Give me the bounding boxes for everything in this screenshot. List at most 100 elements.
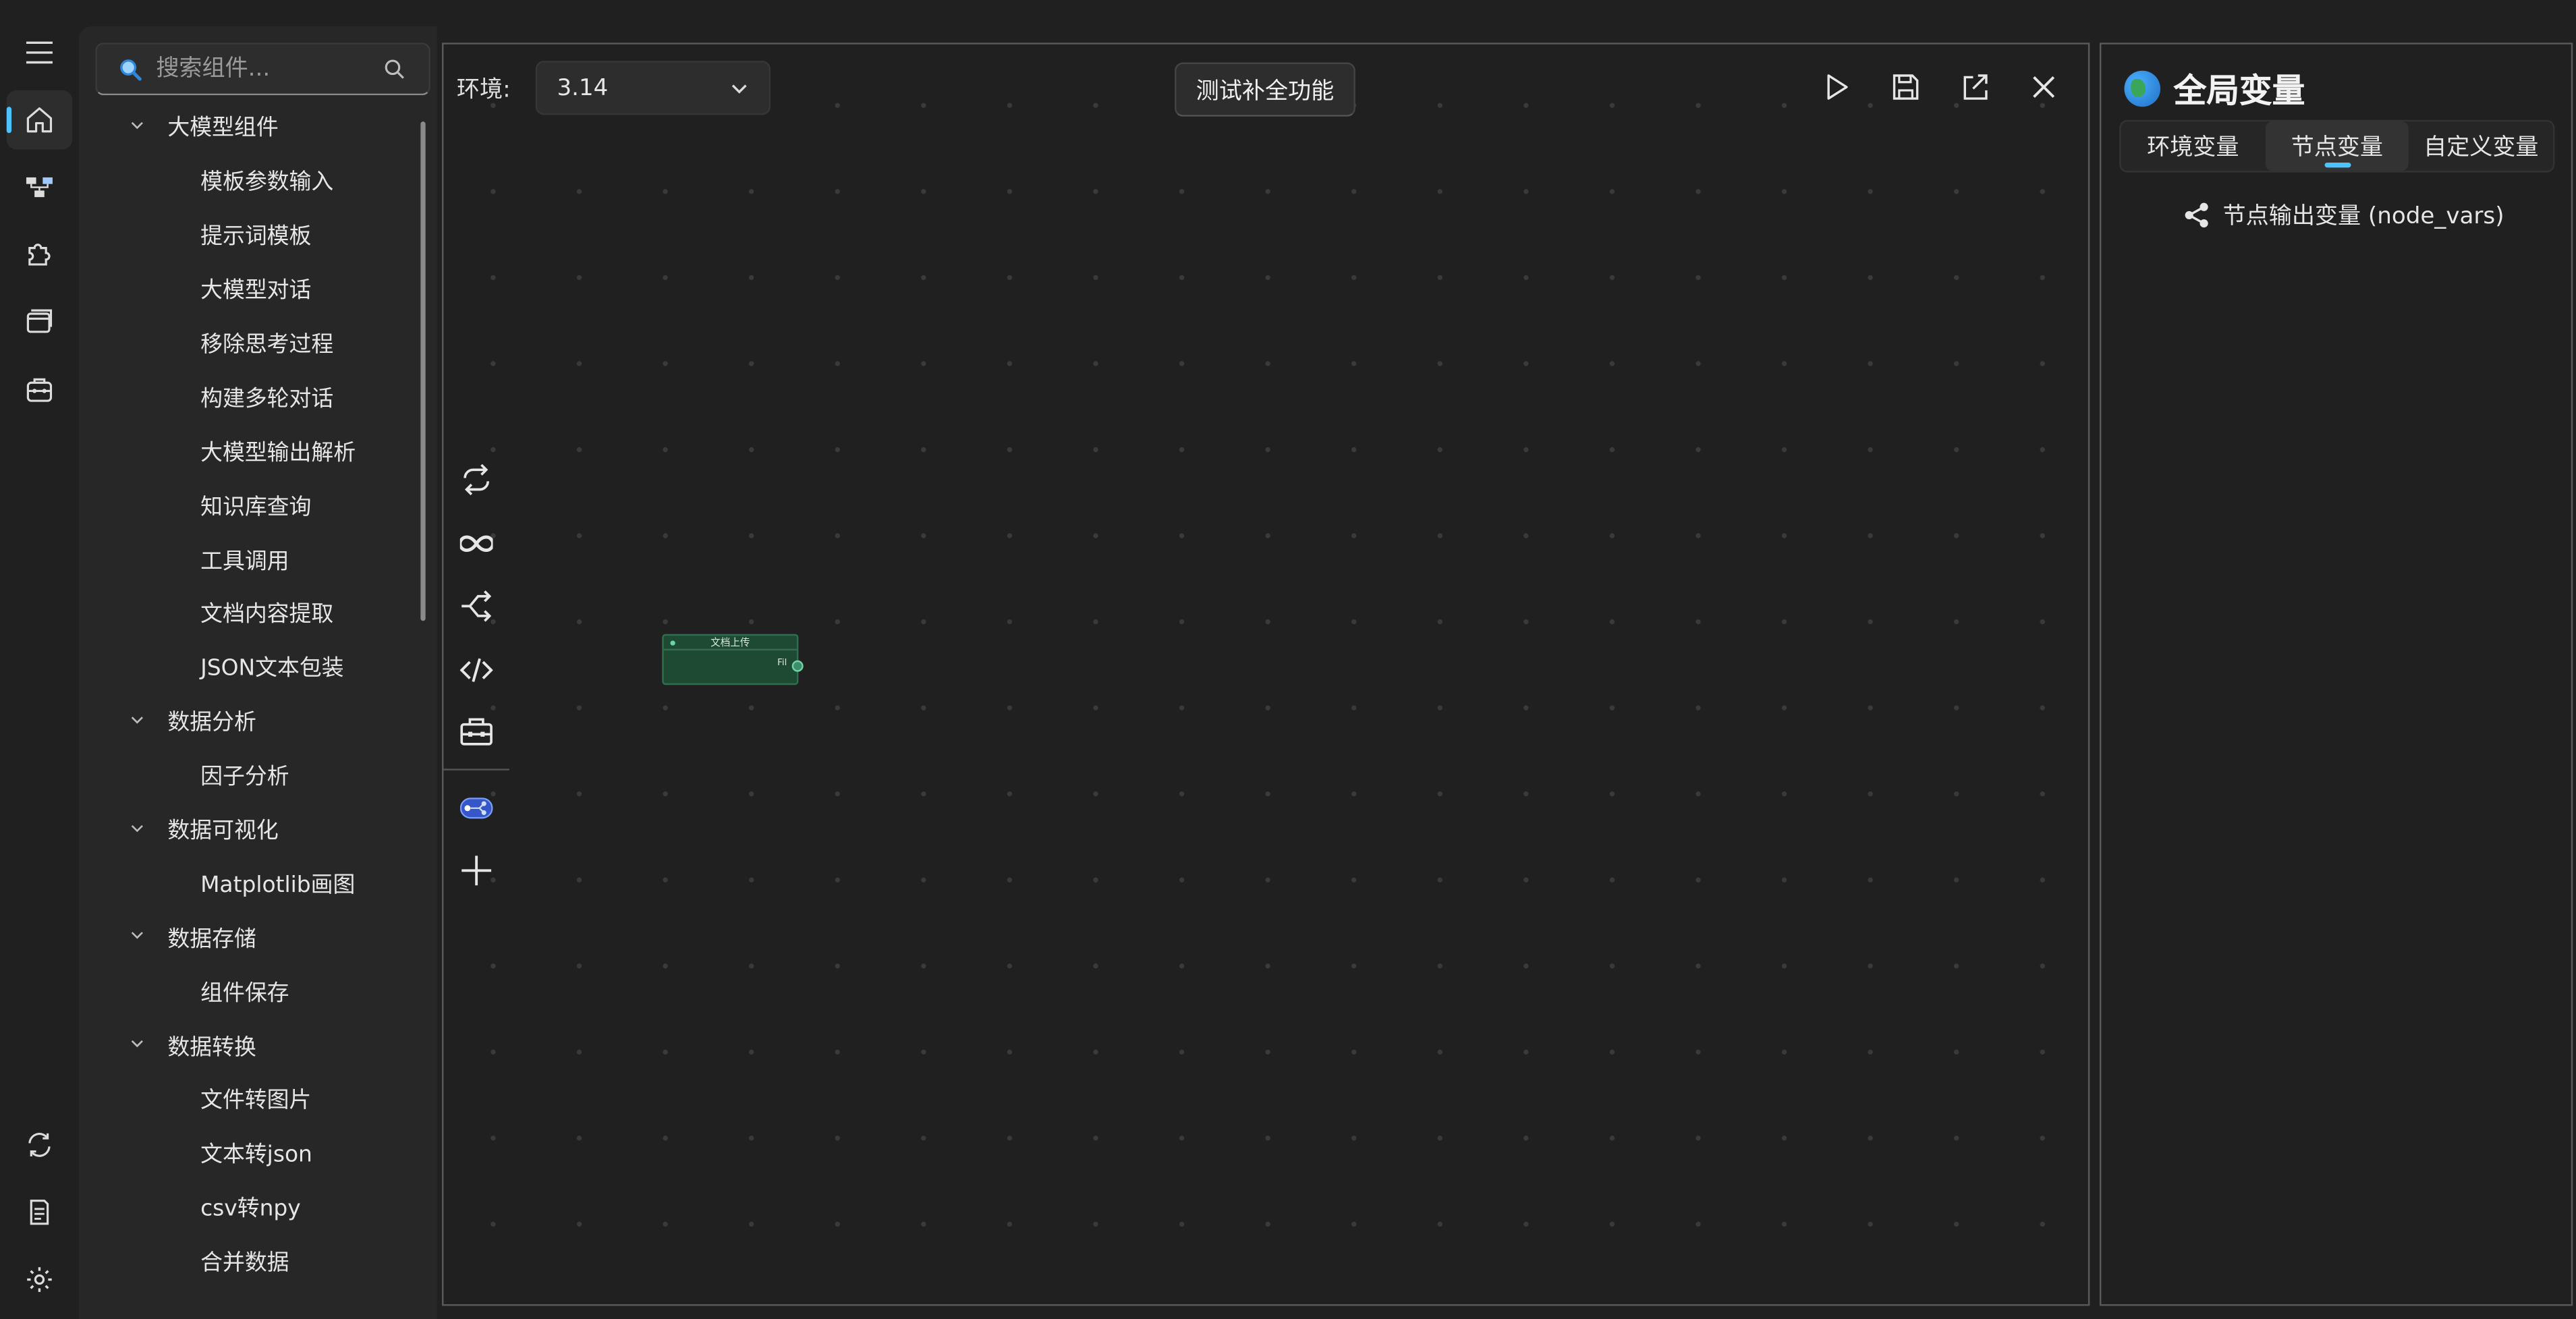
- tree-item-label: Matplotlib画图: [200, 872, 356, 899]
- tree-item-label: 合并数据: [200, 1250, 289, 1277]
- tree-item-label: 文本转json: [200, 1142, 312, 1169]
- chevron-down-icon[interactable]: [125, 820, 148, 835]
- rail-settings-button[interactable]: [7, 1250, 72, 1310]
- save-icon: [1893, 74, 1919, 100]
- tree-item-label: 大模型输出解析: [200, 439, 356, 466]
- rail-log-button[interactable]: [7, 1183, 72, 1242]
- chevron-down-icon[interactable]: [125, 1036, 148, 1051]
- tree-item-label: 工具调用: [200, 548, 289, 575]
- flow-icon: [26, 177, 53, 198]
- tree-item-label: 组件保存: [200, 980, 289, 1007]
- log-icon: [30, 1200, 49, 1225]
- tree-item[interactable]: Matplotlib画图: [79, 855, 424, 909]
- tree-item[interactable]: 合并数据: [79, 1233, 424, 1287]
- search-input[interactable]: [152, 54, 383, 84]
- run-button[interactable]: [1817, 67, 1856, 107]
- infinite-loop-tool[interactable]: [443, 511, 509, 575]
- tree-item-label: 移除思考过程: [200, 331, 334, 358]
- plus-icon: [461, 856, 492, 886]
- tree-item-label: 大模型对话: [200, 277, 312, 304]
- rail-plugins-button[interactable]: [7, 225, 72, 285]
- infinity-icon: [459, 535, 493, 552]
- branch-tool[interactable]: [443, 575, 509, 638]
- tree-item-label: 提示词模板: [200, 223, 312, 250]
- tree-item[interactable]: 模板参数输入: [79, 152, 424, 206]
- chevron-down-icon[interactable]: [125, 712, 148, 727]
- search-icon[interactable]: [383, 57, 405, 80]
- tree-item[interactable]: 工具调用: [79, 531, 424, 585]
- component-search[interactable]: [95, 43, 430, 96]
- tree-item-label: 文件转图片: [200, 1088, 312, 1115]
- tree-item[interactable]: 大模型对话: [79, 260, 424, 314]
- tree-group[interactable]: 数据可视化: [79, 801, 424, 855]
- tree-group[interactable]: 大模型组件: [79, 99, 424, 152]
- tree-item-label: csv转npy: [200, 1196, 301, 1223]
- tree-item[interactable]: 组件保存: [79, 963, 424, 1017]
- toolbox-icon: [460, 719, 493, 746]
- toolbox-tool[interactable]: [443, 702, 509, 765]
- share-nodes-icon: [2185, 202, 2208, 228]
- custom-node-tool[interactable]: [443, 776, 509, 839]
- variable-tabs: 环境变量 节点变量 自定义变量: [2119, 119, 2555, 173]
- document-upload-node[interactable]: 文档上传 Fil: [662, 634, 804, 685]
- tree-item-label: 构建多轮对话: [200, 385, 334, 412]
- tree-item[interactable]: 文档内容提取: [79, 585, 424, 639]
- close-button[interactable]: [2024, 67, 2063, 107]
- share-button[interactable]: [1955, 67, 1994, 107]
- rail-toolbox-button[interactable]: [7, 360, 72, 419]
- rail-windows-button[interactable]: [7, 292, 72, 352]
- menu-toggle-button[interactable]: [7, 23, 72, 82]
- components-panel: 大模型组件模板参数输入提示词模板大模型对话移除思考过程构建多轮对话大模型输出解析…: [78, 26, 437, 1319]
- tree-item[interactable]: 知识库查询: [79, 477, 424, 531]
- node-vars-item[interactable]: 节点输出变量 (node_vars): [2183, 199, 2504, 232]
- tab-custom-vars[interactable]: 自定义变量: [2409, 121, 2553, 171]
- tree-item[interactable]: 文本转json: [79, 1125, 424, 1179]
- share-icon: [1963, 74, 1988, 100]
- node-output-label: Fil: [777, 658, 787, 669]
- test-completion-button[interactable]: 测试补全功能: [1175, 62, 1355, 117]
- tree-item[interactable]: JSON文本包装: [79, 639, 424, 693]
- component-tree-scrollbar[interactable]: [420, 121, 426, 621]
- rail-flow-button[interactable]: [7, 158, 72, 217]
- tree-group[interactable]: 数据分析: [79, 693, 424, 747]
- env-select[interactable]: 3.14: [535, 61, 771, 115]
- tree-group[interactable]: 数据存储: [79, 909, 424, 963]
- node-output-port[interactable]: [791, 660, 804, 672]
- tree-item-label: 大模型组件: [167, 115, 279, 142]
- chevron-down-icon[interactable]: [125, 928, 148, 943]
- node-vars-label: 节点输出变量 (node_vars): [2222, 203, 2504, 230]
- chevron-down-icon[interactable]: [125, 118, 148, 133]
- loop-tool[interactable]: [443, 449, 509, 512]
- tree-item[interactable]: 文件转图片: [79, 1071, 424, 1125]
- tree-item[interactable]: 构建多轮对话: [79, 368, 424, 422]
- tree-item-label: 数据分析: [167, 710, 256, 737]
- tree-item[interactable]: 因子分析: [79, 747, 424, 801]
- tree-item[interactable]: csv转npy: [79, 1179, 424, 1233]
- globe-icon: [2124, 69, 2161, 107]
- code-tool[interactable]: [443, 638, 509, 702]
- tab-env-vars[interactable]: 环境变量: [2121, 121, 2265, 171]
- tab-node-vars[interactable]: 节点变量: [2265, 121, 2409, 171]
- add-node-tool[interactable]: [443, 839, 509, 903]
- rail-sync-button[interactable]: [7, 1115, 72, 1175]
- tree-item[interactable]: 提示词模板: [79, 206, 424, 260]
- tree-item-label: 文档内容提取: [200, 602, 334, 629]
- tree-item-label: 数据存储: [167, 926, 256, 953]
- save-button[interactable]: [1886, 67, 1925, 107]
- flow-canvas[interactable]: 环境: 3.14 测试补全功能 文档上传 Fil: [442, 43, 2090, 1306]
- play-icon: [1827, 74, 1848, 100]
- tree-item[interactable]: 大模型输出解析: [79, 423, 424, 477]
- hamburger-icon: [26, 41, 53, 64]
- node-status-dot: [670, 640, 675, 646]
- tree-group[interactable]: 数据转换: [79, 1017, 424, 1071]
- tree-item[interactable]: 移除思考过程: [79, 314, 424, 368]
- rail-home-button[interactable]: [6, 90, 73, 150]
- canvas-toolbar: [1817, 67, 2063, 107]
- home-icon: [26, 107, 53, 133]
- env-select-value: 3.14: [557, 74, 609, 101]
- panel-title: 全局变量: [2124, 64, 2305, 112]
- code-icon: [459, 658, 493, 682]
- close-icon: [2033, 76, 2055, 99]
- tree-item-label: 数据转换: [167, 1034, 256, 1061]
- tree-item-label: JSON文本包装: [200, 656, 344, 683]
